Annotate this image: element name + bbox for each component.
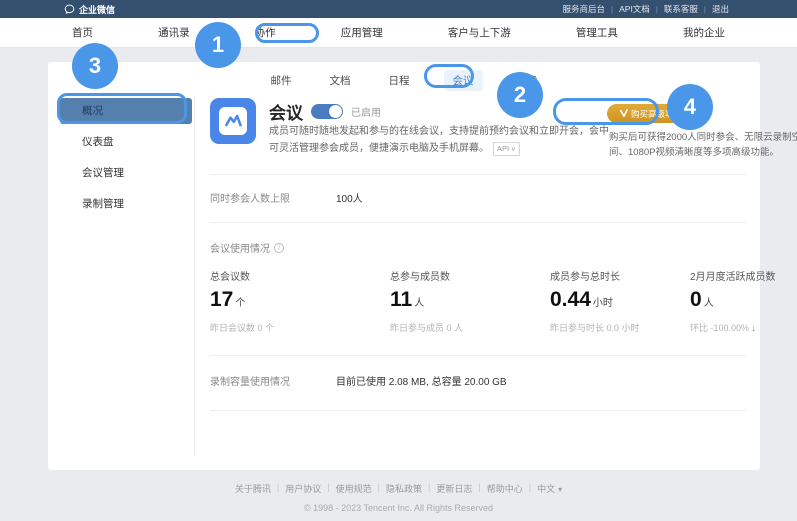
capacity-value: 100人: [336, 190, 363, 205]
stat-subtext: 昨日参与时长 0.0 小时: [550, 321, 647, 334]
trend-down-icon: [752, 323, 757, 333]
nav-item-apps[interactable]: 应用管理: [341, 25, 383, 40]
logo-text: 企业微信: [79, 3, 115, 16]
sidebar: 概况 仪表盘 会议管理 录制管理: [60, 98, 192, 222]
meeting-app-icon: [210, 98, 256, 144]
stat-monthly-active: 2月月度活跃成员数 0人 环比 -100.00%: [690, 268, 797, 334]
page-title: 会议: [269, 99, 303, 124]
usage-stats: 总会议数 17个 昨日会议数 0 个 总参与成员数 11人 昨日参与成员 0 人…: [210, 268, 746, 334]
stat-subtext: 环比 -100.00%: [690, 321, 797, 334]
meeting-app-icon-glyph: [219, 107, 247, 135]
nav-item-my-company[interactable]: 我的企业: [683, 25, 725, 40]
subtab-docs[interactable]: 文档: [326, 70, 355, 91]
copyright: © 1998 - 2023 Tencent Inc. All Rights Re…: [0, 503, 797, 513]
annotation-step-4: 4: [667, 84, 713, 130]
divider: [210, 355, 746, 356]
annotation-step-1: 1: [195, 22, 241, 68]
topbar-links: 服务商后台| API文档| 联系客服| 退出: [563, 3, 729, 15]
stat-value: 0人: [690, 288, 797, 312]
nav-item-customers[interactable]: 客户与上下游: [448, 25, 511, 40]
footer-link-changelog[interactable]: 更新日志: [436, 482, 472, 495]
stat-total-duration: 成员参与总时长 0.44小时 昨日参与时长 0.0 小时: [550, 268, 647, 334]
sidebar-divider: [194, 96, 195, 456]
footer-link-privacy[interactable]: 隐私政策: [386, 482, 422, 495]
caret-down-icon: [555, 484, 562, 494]
app-title-row: 会议 已启用: [269, 99, 381, 124]
app-description: 成员可随时随地发起和参与的在线会议，支持提前预约会议和立即开会，会中可灵活管理参…: [269, 124, 611, 157]
annotation-step-2: 2: [497, 72, 543, 118]
recording-usage-value: 目前已使用 2.08 MB, 总容量 20.00 GB: [336, 373, 507, 388]
info-icon[interactable]: i: [274, 243, 284, 253]
stat-value: 0.44小时: [550, 288, 647, 312]
api-dropdown[interactable]: API: [493, 142, 520, 157]
nav-item-home[interactable]: 首页: [72, 25, 93, 40]
content-card: 邮件 文档 日程 会议 微盘 概况 仪表盘 会议管理 录制管理 会议 已启用 成…: [48, 62, 760, 470]
stat-total-participants: 总参与成员数 11人 昨日参与成员 0 人: [390, 268, 550, 334]
recording-usage-label: 录制容量使用情况: [210, 373, 290, 388]
meeting-enabled-toggle[interactable]: [311, 104, 343, 119]
divider: [210, 174, 746, 175]
stat-label: 总参与成员数: [390, 268, 550, 283]
toggle-knob: [329, 105, 342, 118]
stat-value: 11人: [390, 288, 550, 312]
contact-support-link[interactable]: 联系客服: [664, 3, 698, 15]
nav-item-collaboration[interactable]: 协作: [255, 25, 276, 40]
subtab-meeting[interactable]: 会议: [444, 70, 483, 91]
topbar: 企业微信 服务商后台| API文档| 联系客服| 退出: [0, 0, 797, 18]
nav-item-admin-tools[interactable]: 管理工具: [576, 25, 618, 40]
footer-links: 关于腾讯| 用户协议| 使用规范| 隐私政策| 更新日志| 帮助中心| 中文: [0, 482, 797, 495]
sidebar-item-recording-management[interactable]: 录制管理: [60, 191, 192, 217]
stat-subtext: 昨日参与成员 0 人: [390, 321, 550, 334]
usage-section-title: 会议使用情况 i: [210, 240, 284, 255]
footer-link-help[interactable]: 帮助中心: [487, 482, 523, 495]
logout-link[interactable]: 退出: [712, 3, 729, 15]
stat-subtext: 昨日会议数 0 个: [210, 321, 390, 334]
sidebar-item-meeting-management[interactable]: 会议管理: [60, 160, 192, 186]
stat-value: 17个: [210, 288, 390, 312]
stat-label: 成员参与总时长: [550, 268, 647, 283]
chat-bubble-icon: [64, 4, 75, 15]
sidebar-item-overview[interactable]: 概况: [60, 98, 192, 124]
premium-icon: [620, 109, 628, 119]
language-selector[interactable]: 中文: [537, 482, 562, 495]
footer-link-usage-rules[interactable]: 使用规范: [336, 482, 372, 495]
footer: 关于腾讯| 用户协议| 使用规范| 隐私政策| 更新日志| 帮助中心| 中文 ©…: [0, 482, 797, 513]
caret-down-icon: [509, 144, 515, 153]
status-badge: 已启用: [351, 104, 381, 119]
nav-item-contacts[interactable]: 通讯录: [158, 25, 190, 40]
buy-premium-description: 购买后可获得2000人同时参会、无限云录制空间、1080P视频清晰度等多项高级功…: [609, 131, 797, 160]
stat-label: 2月月度活跃成员数: [690, 268, 797, 283]
provider-console-link[interactable]: 服务商后台: [563, 3, 606, 15]
main-nav: 首页 通讯录 协作 应用管理 客户与上下游 管理工具 我的企业: [0, 18, 797, 48]
divider: [210, 222, 746, 223]
subtab-mail[interactable]: 邮件: [267, 70, 296, 91]
footer-link-user-agreement[interactable]: 用户协议: [285, 482, 321, 495]
subtab-calendar[interactable]: 日程: [385, 70, 414, 91]
sidebar-item-dashboard[interactable]: 仪表盘: [60, 129, 192, 155]
footer-link-about[interactable]: 关于腾讯: [235, 482, 271, 495]
capacity-label: 同时参会人数上限: [210, 190, 290, 205]
stat-total-meetings: 总会议数 17个 昨日会议数 0 个: [210, 268, 390, 334]
stat-label: 总会议数: [210, 268, 390, 283]
collaboration-subtabs: 邮件 文档 日程 会议 微盘: [48, 70, 760, 91]
api-docs-link[interactable]: API文档: [619, 3, 650, 15]
annotation-step-3: 3: [72, 43, 118, 89]
wecom-logo[interactable]: 企业微信: [64, 3, 115, 16]
divider: [210, 410, 746, 411]
